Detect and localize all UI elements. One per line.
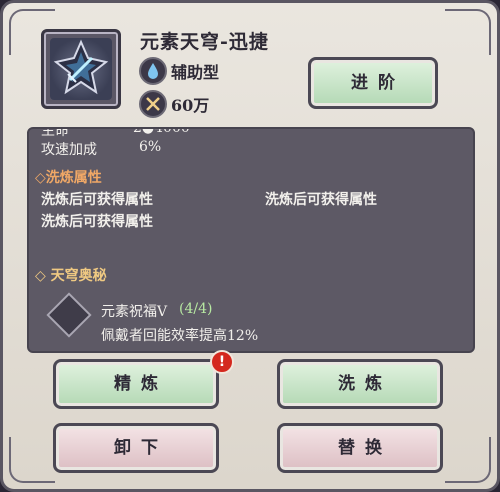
replace-button[interactable]: 替换 — [277, 423, 443, 473]
wash-section-title: ◇洗炼属性 — [35, 170, 102, 186]
wash-slot: 洗炼后可获得属性 — [41, 192, 153, 208]
item-name: 元素天穹-迅捷 — [140, 31, 269, 53]
attribute-info-box[interactable]: 生命 2●4000 攻速加成 6% ◇洗炼属性 洗炼后可获得属性 洗炼后可获得属… — [27, 127, 475, 353]
equipment-detail-panel: 元素天穹-迅捷 辅助型 60万 进阶 生命 2●4000 攻速加成 6% ◇洗炼… — [0, 0, 500, 492]
unload-button[interactable]: 卸下 — [53, 423, 219, 473]
wash-slot: 洗炼后可获得属性 — [265, 192, 377, 208]
item-icon-frame — [41, 29, 121, 109]
exclamation-alert-icon: ! — [210, 350, 234, 374]
wash-button[interactable]: 洗炼 — [277, 359, 443, 409]
stat-value: 2●4000 — [133, 127, 190, 136]
corner-ornament — [9, 437, 55, 483]
refine-label: 精炼 — [114, 374, 168, 394]
skill-description: 佩戴者回能效率提高12% — [101, 328, 259, 344]
advance-label: 进阶 — [351, 73, 405, 93]
blessing-skill-icon — [46, 292, 92, 338]
stat-label: 攻速加成 — [41, 142, 97, 158]
mystery-section-title: ◇ 天穹奥秘 — [35, 268, 107, 284]
water-drop-icon — [139, 57, 167, 85]
refine-button[interactable]: 精炼 — [53, 359, 219, 409]
item-type: 辅助型 — [171, 63, 220, 82]
replace-label: 替换 — [338, 438, 392, 458]
corner-ornament — [445, 9, 491, 55]
wash-label: 洗炼 — [338, 374, 392, 394]
advance-button[interactable]: 进阶 — [308, 57, 438, 109]
item-power: 60万 — [171, 96, 210, 115]
wash-slot: 洗炼后可获得属性 — [41, 214, 153, 230]
star-sword-emblem-icon — [50, 38, 112, 100]
skill-name: 元素祝福V — [101, 304, 168, 320]
corner-ornament — [445, 437, 491, 483]
skill-level: (4/4) — [179, 301, 213, 317]
crossed-swords-icon — [139, 90, 167, 118]
unload-label: 卸下 — [114, 438, 168, 458]
stat-value: 6% — [139, 139, 162, 155]
